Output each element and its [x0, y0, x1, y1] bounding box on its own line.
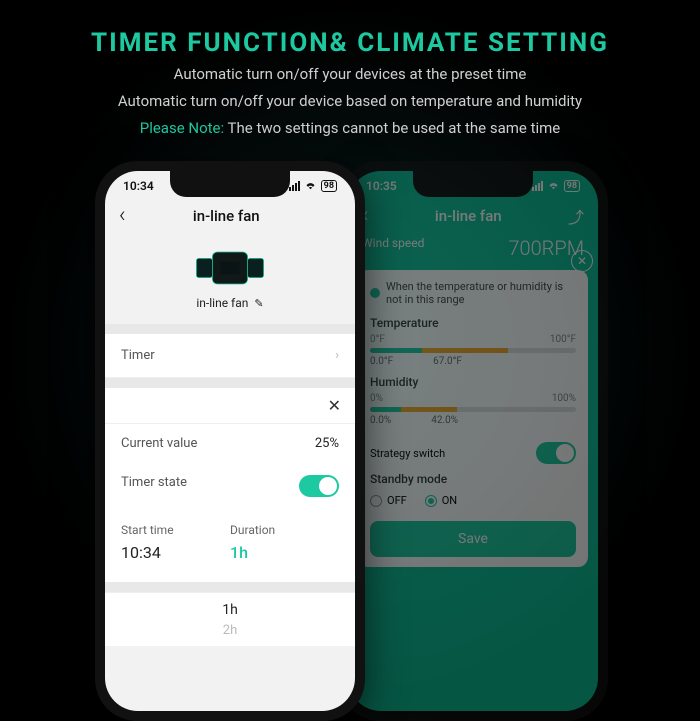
notch	[170, 171, 290, 197]
close-icon[interactable]: ✕	[571, 250, 593, 272]
marketing-header: TIMER FUNCTION& CLIMATE SETTING Automati…	[0, 0, 700, 151]
main-title: TIMER FUNCTION& CLIMATE SETTING	[20, 28, 680, 58]
strategy-label: Strategy switch	[370, 447, 445, 460]
device-name-row[interactable]: in-line fan ✎	[105, 296, 355, 324]
chevron-right-icon: ›	[335, 348, 339, 363]
signal-icon	[532, 181, 543, 191]
timer-state-label: Timer state	[121, 475, 187, 497]
hum-hi: 42.0%	[431, 415, 458, 426]
standby-label: Standby mode	[370, 472, 576, 486]
page-title: in-line fan	[126, 207, 327, 225]
wifi-icon	[547, 181, 560, 191]
temperature-slider[interactable]	[370, 348, 576, 353]
close-icon: ✕	[328, 396, 341, 415]
share-icon[interactable]: ⤴	[568, 204, 584, 228]
nav-bar: ‹ in-line fan	[105, 197, 355, 234]
radio-off-icon	[370, 495, 382, 507]
current-value-row: Current value 25%	[105, 424, 355, 463]
close-sheet[interactable]: ✕	[105, 388, 355, 424]
standby-on-option[interactable]: ON	[425, 494, 457, 507]
strategy-toggle[interactable]	[536, 442, 576, 464]
temp-hi: 67.0°F	[433, 356, 462, 367]
temperature-label: Temperature	[370, 316, 576, 330]
time-duration-row: Start time 10:34 Duration 1h	[105, 509, 355, 582]
current-value: 25%	[315, 436, 339, 451]
hum-min: 0%	[370, 393, 383, 404]
start-time-field[interactable]: Start time 10:34	[121, 523, 230, 562]
start-time-value: 10:34	[121, 543, 230, 562]
temp-lo: 0.0°F	[370, 356, 393, 367]
status-time: 10:34	[123, 179, 154, 193]
duration-picker[interactable]: 1h 2h	[105, 592, 355, 646]
page-title: in-line fan	[369, 207, 568, 225]
note-text: The two settings cannot be used at the s…	[224, 119, 560, 137]
radio-on-icon	[425, 495, 437, 507]
current-value-label: Current value	[121, 436, 197, 451]
phone-climate: 10:35 98 ‹ in-line fan ⤴ Wind speed 700R…	[338, 161, 608, 721]
condition-text: When the temperature or humidity is not …	[386, 280, 576, 306]
subtitle-1: Automatic turn on/off your devices at th…	[20, 64, 680, 85]
picker-option: 2h	[105, 621, 355, 640]
save-button[interactable]: Save	[370, 521, 576, 557]
duration-field[interactable]: Duration 1h	[230, 523, 339, 562]
device-name: in-line fan	[196, 296, 248, 310]
picker-selected: 1h	[105, 599, 355, 621]
subtitle-2: Automatic turn on/off your device based …	[20, 91, 680, 112]
note-line: Please Note: The two settings cannot be …	[20, 118, 680, 139]
condition-row[interactable]: When the temperature or humidity is not …	[370, 280, 576, 306]
humidity-slider[interactable]	[370, 407, 576, 412]
timer-row[interactable]: Timer ›	[105, 334, 355, 378]
signal-icon	[289, 181, 300, 191]
duration-value: 1h	[230, 543, 339, 562]
speed-block: Wind speed 700RPM	[348, 234, 598, 266]
temp-min: 0°F	[370, 334, 385, 345]
temp-max: 100°F	[550, 334, 576, 345]
radio-on-icon	[370, 288, 380, 298]
battery-icon: 98	[321, 180, 337, 192]
climate-panel: ✕ When the temperature or humidity is no…	[358, 270, 588, 567]
hum-lo: 0.0%	[370, 415, 391, 426]
timer-state-toggle[interactable]	[299, 475, 339, 497]
nav-bar: ‹ in-line fan ⤴	[348, 197, 598, 234]
speed-label: Wind speed	[362, 236, 424, 260]
phones-container: 10:35 98 ‹ in-line fan ⤴ Wind speed 700R…	[0, 151, 700, 691]
timer-state-row: Timer state	[105, 463, 355, 509]
wifi-icon	[304, 181, 317, 191]
standby-off-option[interactable]: OFF	[370, 494, 407, 507]
device-image	[105, 234, 355, 296]
battery-icon: 98	[564, 180, 580, 192]
status-time: 10:35	[366, 179, 397, 193]
note-prefix: Please Note:	[140, 119, 224, 137]
hum-max: 100%	[552, 393, 576, 404]
edit-icon[interactable]: ✎	[254, 297, 263, 310]
phone-timer: 10:34 98 ‹ in-line fan in-line fan ✎	[95, 161, 365, 721]
humidity-label: Humidity	[370, 375, 576, 389]
notch	[413, 171, 533, 197]
